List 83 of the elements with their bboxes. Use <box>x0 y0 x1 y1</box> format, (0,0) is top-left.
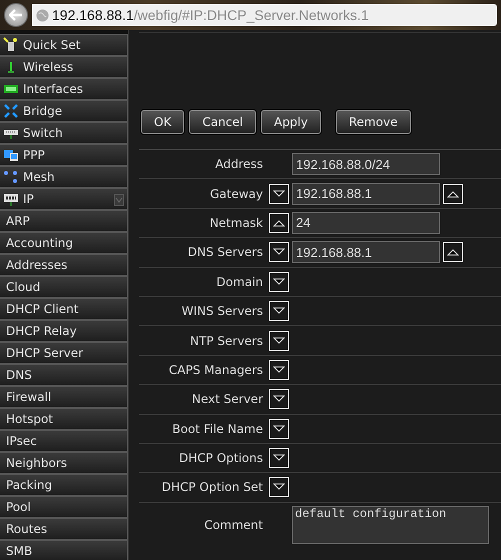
ip-icon <box>3 191 19 207</box>
submenu-item[interactable]: SMB <box>0 540 128 560</box>
field-label: DHCP Option Set <box>160 479 264 496</box>
caret-icon <box>447 248 459 256</box>
field-label: WINS Servers <box>180 303 264 320</box>
expand-button[interactable] <box>269 242 289 262</box>
field-label: Gateway <box>208 186 264 203</box>
collapse-button[interactable] <box>443 242 463 262</box>
form-button[interactable]: Cancel <box>189 110 256 134</box>
submenu-item[interactable]: Cloud <box>0 276 128 298</box>
input-field[interactable]: 192.168.88.1 <box>292 182 440 205</box>
submenu-item[interactable]: DNS <box>0 364 128 386</box>
submenu-item[interactable]: Routes <box>0 518 128 540</box>
expand-button[interactable] <box>269 477 289 498</box>
caret-icon <box>273 395 285 404</box>
form-button[interactable]: Remove <box>336 110 411 134</box>
submenu-item[interactable]: DHCP Client <box>0 298 128 320</box>
submenu-item[interactable]: Pool <box>0 496 128 518</box>
field-label: Domain <box>215 274 264 291</box>
back-button[interactable] <box>4 3 28 27</box>
url-path: /webfig/#IP:DHCP_Server.Networks.1 <box>134 6 369 22</box>
submenu-item[interactable]: DHCP Relay <box>0 320 128 342</box>
menu-item[interactable]: Mesh <box>0 166 128 188</box>
field-label: Comment <box>203 516 264 534</box>
menu-item[interactable]: PPP <box>0 144 128 166</box>
submenu-item[interactable]: Firewall <box>0 386 128 408</box>
input-field[interactable]: 192.168.88.0/24 <box>292 153 440 176</box>
globe-icon <box>36 8 49 22</box>
monitors-icon <box>3 147 19 163</box>
address-bar[interactable]: 192.168.88.1/webfig/#IP:DHCP_Server.Networks.1 <box>32 4 497 26</box>
expand-button[interactable] <box>269 184 289 204</box>
caret-icon <box>273 454 285 462</box>
wand-icon <box>3 37 19 53</box>
caret-icon <box>273 307 285 316</box>
submenu-item[interactable]: Addresses <box>0 254 128 276</box>
menu-item[interactable]: Quick Set <box>0 34 128 56</box>
caret-icon <box>273 190 285 198</box>
menu-item[interactable]: Switch <box>0 122 128 144</box>
expand-button[interactable] <box>269 360 289 380</box>
submenu-item[interactable]: Packing <box>0 474 128 496</box>
collapse-button[interactable] <box>443 184 463 204</box>
bridge-icon <box>3 103 19 119</box>
collapse-button[interactable] <box>269 212 289 233</box>
expand-button[interactable] <box>269 448 289 468</box>
form-button[interactable]: Apply <box>260 110 321 134</box>
form-button[interactable]: OK <box>141 110 184 134</box>
caret-icon <box>273 218 285 227</box>
submenu-item[interactable]: ARP <box>0 210 128 232</box>
field-label: DHCP Options <box>178 450 264 468</box>
url-host: 192.168.88.1 <box>52 6 134 22</box>
field-label: NTP Servers <box>189 332 264 350</box>
caret-icon <box>273 424 285 433</box>
back-arrow-icon <box>9 9 23 21</box>
field-label: DNS Servers <box>186 244 264 262</box>
caret-icon <box>273 336 285 345</box>
submenu-item[interactable]: IPsec <box>0 430 128 452</box>
expand-button[interactable] <box>269 418 289 439</box>
expand-button[interactable] <box>269 330 289 351</box>
submenu-item[interactable]: Hotspot <box>0 408 128 430</box>
menu-item[interactable]: Bridge <box>0 100 128 122</box>
caret-icon <box>273 483 285 492</box>
input-field[interactable]: 192.168.88.1 <box>292 241 440 264</box>
caret-icon <box>447 190 459 198</box>
field-label: Netmask <box>208 214 264 232</box>
expand-button[interactable] <box>269 301 289 322</box>
submenu-item[interactable]: Neighbors <box>0 452 128 474</box>
caret-icon <box>273 248 285 256</box>
expand-button[interactable] <box>269 389 289 410</box>
submenu-item[interactable]: DHCP Server <box>0 342 128 364</box>
field-label: Boot File Name <box>171 420 264 438</box>
dots-icon <box>3 169 19 185</box>
caret-icon <box>273 366 285 374</box>
comment-field[interactable]: default configuration <box>292 506 489 544</box>
field-label: Address <box>214 156 264 174</box>
menu-item[interactable]: Wireless <box>0 56 128 78</box>
caret-icon <box>273 278 285 286</box>
submenu-item[interactable]: Accounting <box>0 232 128 254</box>
expand-button[interactable] <box>269 272 289 292</box>
field-label: CAPS Managers <box>168 362 264 379</box>
menu-item[interactable]: Interfaces <box>0 78 128 100</box>
input-field[interactable]: 24 <box>292 212 440 234</box>
menu-item[interactable]: IP <box>0 188 128 210</box>
field-label: Next Server <box>190 391 264 408</box>
